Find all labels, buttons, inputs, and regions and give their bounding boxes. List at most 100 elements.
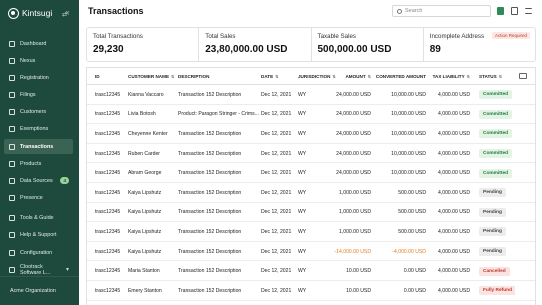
column-header-status[interactable]: STATUS ⇅ [479, 68, 523, 85]
cell-description: Transaction 152 Description [178, 124, 260, 144]
table-row[interactable]: trasc12345 Emery Stanton Transaction 152 D… [87, 281, 535, 301]
cell-date: Dec 12, 2021 [261, 144, 297, 164]
cell-text: 4,000.00 USD [438, 130, 470, 137]
sort-icon[interactable]: ⇅ [368, 74, 371, 79]
table-row[interactable]: trasc12345 Kianna Vaccaro Transaction 152 … [87, 85, 535, 105]
cell-text: Kaiya Lipshutz [128, 189, 162, 196]
table-row[interactable]: trasc12345 Ruben Carder Transaction 152 De… [87, 144, 535, 164]
registration-icon [9, 74, 15, 81]
tools-guide-icon [9, 214, 15, 221]
cell-text: Dec 12, 2021 [261, 170, 292, 177]
sidebar-item-exemptions[interactable]: Exemptions [4, 121, 73, 136]
table-row[interactable]: trasc12345 Kaiya Lipshutz Transaction 152 … [87, 242, 535, 262]
customers-icon [9, 108, 15, 115]
cell-text: trasc12345 [95, 111, 121, 118]
organization-switcher[interactable]: Acme Organization [0, 276, 79, 305]
page-title: Transactions [88, 6, 144, 16]
status-badge: Committed [479, 90, 513, 100]
table-row[interactable]: trasc12345 Cheyenne Kenter Transaction 152… [87, 124, 535, 144]
cell-converted: 10,000.00 USD [375, 105, 426, 125]
column-header-converted[interactable]: CONVERTED AMOUNT [375, 68, 426, 85]
cell-text: 10.00 USD [346, 268, 371, 275]
cell-date: Dec 12, 2021 [261, 261, 297, 281]
table-row[interactable]: trasc12345 Kaiya Lipshutz Transaction 152 … [87, 203, 535, 223]
sidebar-item-help-support[interactable]: Help & Support [4, 227, 73, 242]
app-name: Kintsugi [22, 8, 53, 18]
table-row[interactable]: trasc12345 Maria Stanton Transaction 152 D… [87, 261, 535, 281]
stat-value: 23,80,000.00 USD [205, 44, 288, 55]
column-header-amount[interactable]: AMOUNT ⇅ [319, 68, 371, 85]
cell-text: 4,000.00 USD [438, 170, 470, 177]
cell-id: trasc12345 [95, 183, 127, 203]
cell-date: Dec 12, 2021 [261, 242, 297, 262]
column-header-customer[interactable]: CUSTOMER NAME ⇅ [128, 68, 184, 85]
cell-text: Dec 12, 2021 [261, 268, 292, 275]
sidebar-item-transactions[interactable]: Transactions [4, 139, 73, 154]
sidebar-item-filings[interactable]: Filings [4, 87, 73, 102]
cell-customer: Livia Botosh [128, 105, 176, 125]
sidebar-item-customers[interactable]: Customers [4, 104, 73, 119]
cell-text: 4,000.00 USD [438, 248, 470, 255]
sort-icon[interactable]: ⇅ [499, 74, 502, 79]
cell-status: Pending [479, 222, 515, 242]
sidebar-item-products[interactable]: Products [4, 156, 73, 171]
cell-id: trasc12345 [95, 261, 127, 281]
sidebar-item-registration[interactable]: Registration [4, 70, 73, 85]
sidebar-item-clootrack-software-l[interactable]: Clootrack Software L... ▾ [4, 262, 73, 277]
cell-tax: 4,000.00 USD [432, 124, 470, 144]
cell-text: WY [298, 111, 307, 118]
cell-text: Kianna Vaccaro [128, 91, 164, 98]
sidebar-item-tools-guide[interactable]: Tools & Guide [4, 210, 73, 225]
cell-customer: Ruben Carder [128, 144, 176, 164]
stat-value: 29,230 [93, 44, 124, 55]
cell-text: Transaction 152 Description [178, 130, 242, 137]
app-logo[interactable]: Kintsugi [8, 7, 52, 19]
status-badge: Committed [479, 109, 513, 119]
cell-tax: 4,000.00 USD [432, 163, 470, 183]
cell-text: 4,000.00 USD [438, 189, 470, 196]
cell-text: trasc12345 [95, 228, 121, 235]
cell-text: 500.00 USD [398, 209, 426, 216]
data-sources-count-badge: 4 [60, 177, 69, 184]
cell-amount: 24,000.00 USD [319, 85, 371, 105]
cell-text: trasc12345 [95, 248, 121, 255]
stat-value: 500,000.00 USD [317, 44, 392, 55]
sidebar-item-presence[interactable]: Presence [4, 190, 73, 205]
column-header-description[interactable]: DESCRIPTION [178, 68, 268, 85]
cell-text: trasc12345 [95, 150, 121, 157]
column-header-tax[interactable]: TAX LIABILITY ⇅ [432, 68, 470, 85]
sort-icon[interactable]: ⇅ [275, 74, 278, 79]
sort-icon[interactable]: ⇅ [467, 74, 470, 79]
sort-icon[interactable]: ⇅ [171, 74, 174, 79]
table-row[interactable]: trasc12345 Abram George Transaction 152 De… [87, 163, 535, 183]
sidebar-item-dashboard[interactable]: Dashboard [4, 36, 73, 51]
presence-icon [9, 194, 15, 201]
import-icon[interactable] [511, 7, 518, 15]
cell-text: Product: Paragon Stringer - Crims... [178, 111, 259, 118]
export-icon[interactable] [497, 7, 504, 15]
table-row[interactable]: trasc12345 Livia Botosh Product: Paragon S… [87, 105, 535, 125]
sidebar-item-data-sources[interactable]: Data Sources 4 [4, 173, 73, 188]
cell-id: trasc12345 [95, 281, 127, 301]
cell-description: Product: Paragon Stringer - Crims... [178, 105, 260, 125]
cell-description: Transaction 152 Description [178, 183, 260, 203]
table-row[interactable]: trasc12345 Kaiya Lipshutz Transaction 152 … [87, 183, 535, 203]
stat-card: Incomplete Address 89 Action Required [424, 28, 535, 61]
sidebar-item-configuration[interactable]: Configuration [4, 245, 73, 260]
switch-organization-icon[interactable]: ⇄ [62, 11, 67, 18]
table-row[interactable]: trasc12345 Kaiya Lipshutz Transaction 152 … [87, 222, 535, 242]
cell-status: Committed [479, 85, 515, 105]
cell-tax: 4,000.00 USD [432, 281, 470, 301]
cell-text: 24,000.00 USD [336, 111, 371, 118]
cell-text: Transaction 152 Description [178, 170, 242, 177]
cell-amount: 1,000.00 USD [319, 203, 371, 223]
sidebar-item-nexus[interactable]: Nexus [4, 53, 73, 68]
configuration-icon [9, 249, 15, 256]
stat-value: 89 [429, 44, 441, 55]
filter-icon[interactable] [525, 8, 532, 14]
search-input[interactable]: Search [392, 5, 491, 17]
cell-text: 10.00 USD [346, 287, 371, 294]
cell-description: Transaction 152 Description [178, 242, 260, 262]
cell-status: Committed [479, 144, 515, 164]
status-badge: Pending [479, 188, 506, 198]
